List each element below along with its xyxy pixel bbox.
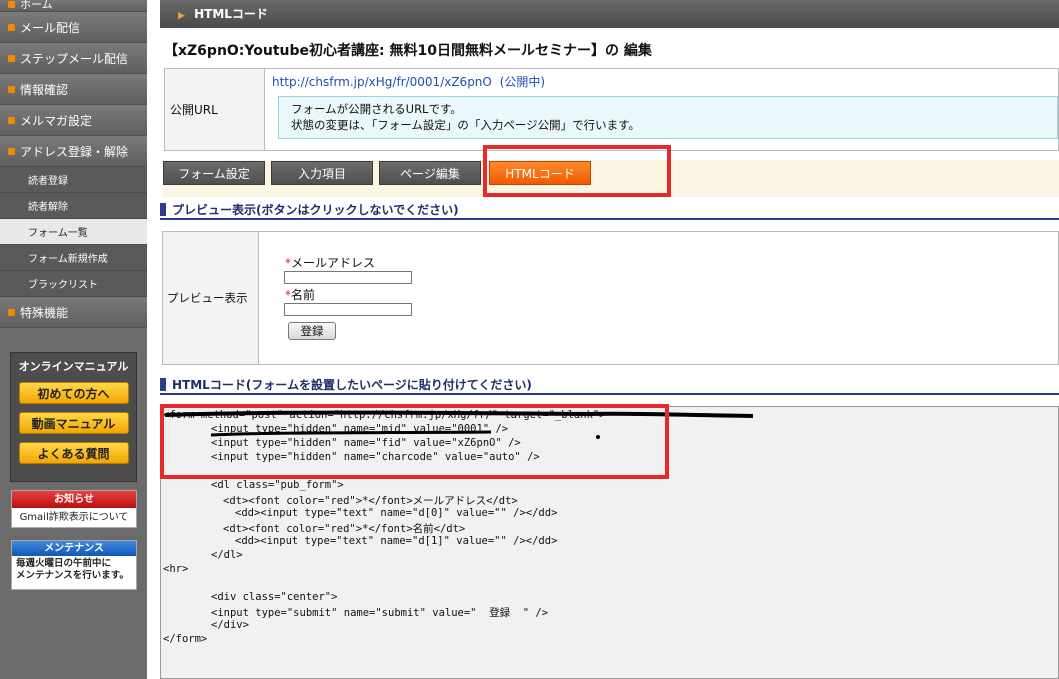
sidebar-sub-form-list[interactable]: フォーム一覧: [0, 219, 147, 245]
bullet-icon: [8, 116, 15, 124]
sidebar-item-label: 情報確認: [20, 82, 69, 97]
code-line: </dl>: [211, 549, 243, 561]
sidebar-item-label: メール配信: [20, 20, 81, 35]
tab-html-code[interactable]: HTMLコード: [489, 161, 591, 185]
page-title: 【xZ6pnO:Youtube初心者講座: 無料10日間無料メールセミナー】の …: [164, 43, 652, 59]
code-line: <input type="hidden" name="charcode" val…: [211, 451, 540, 463]
code-line: </form>: [163, 633, 208, 645]
maintenance-title: メンテナンス: [12, 541, 136, 556]
public-url-table: 公開URL http://chsfrm.jp/xHg/fr/0001/xZ6pn…: [164, 68, 1059, 151]
public-url-note: フォームが公開されるURLです。 状態の変更は、「フォーム設定」の「入力ページ公…: [278, 96, 1058, 139]
email-label-text: メールアドレス: [291, 256, 376, 270]
note-line: フォームが公開されるURLです。: [291, 102, 462, 116]
name-field[interactable]: [284, 303, 412, 316]
code-heading-text: HTMLコード(フォームを設置したいページに貼り付けてください): [172, 378, 532, 392]
header-title: HTMLコード: [194, 7, 268, 21]
code-line: <dd><input type="text" name="d[1]" value…: [235, 535, 558, 547]
header-bar: ▶ HTMLコード: [160, 0, 1059, 28]
maintenance-line: メンテナンスを行います。: [16, 570, 129, 581]
bullet-icon: [8, 23, 15, 31]
sidebar-item-label: アドレス登録・解除: [20, 144, 129, 159]
preview-heading-text: プレビュー表示(ボタンはクリックしないでください): [172, 203, 459, 217]
sidebar-item-address[interactable]: アドレス登録・解除: [0, 136, 147, 167]
code-line: </div>: [211, 619, 249, 631]
sidebar-sub-reader-register[interactable]: 読者登録: [0, 167, 147, 193]
sidebar: ホーム メール配信 ステップメール配信 情報確認 メルマガ設定 アドレス登録・解…: [0, 0, 147, 679]
sidebar-sub-blacklist[interactable]: ブラックリスト: [0, 271, 147, 297]
sidebar-item-step-mail[interactable]: ステップメール配信: [0, 43, 147, 74]
public-url-label: 公開URL: [165, 69, 265, 150]
sidebar-item-label: メルマガ設定: [20, 113, 93, 128]
maintenance-line: 毎週火曜日の午前中に: [16, 558, 112, 569]
online-manual-box: オンラインマニュアル 初めての方へ 動画マニュアル よくある質問: [10, 352, 137, 482]
notice-title: お知らせ: [12, 491, 136, 508]
bullet-icon: [8, 308, 15, 316]
code-line: <dl class="pub_form">: [211, 479, 344, 491]
name-label-text: 名前: [291, 288, 316, 302]
faq-button[interactable]: よくある質問: [18, 442, 129, 464]
preview-label: プレビュー表示: [163, 232, 259, 364]
redaction-scribble: [164, 410, 754, 439]
preview-section-heading: プレビュー表示(ボタンはクリックしないでください): [160, 201, 1059, 220]
section-marker: [160, 378, 166, 391]
tab-page-edit[interactable]: ページ編集: [379, 161, 481, 185]
maintenance-text: 毎週火曜日の午前中に メンテナンスを行います。: [12, 556, 136, 584]
sidebar-item-label: ステップメール配信: [20, 51, 129, 66]
beginners-button[interactable]: 初めての方へ: [18, 382, 129, 404]
preview-table: プレビュー表示 *メールアドレス *名前 登録: [162, 231, 1059, 365]
maintenance-box: メンテナンス 毎週火曜日の午前中に メンテナンスを行います。: [11, 540, 137, 590]
code-line: <input type="submit" name="submit" value…: [211, 607, 549, 619]
bullet-icon: [8, 54, 15, 62]
email-field-label: *メールアドレス: [285, 254, 375, 271]
code-line: <hr>: [163, 563, 189, 575]
online-manual-title: オンラインマニュアル: [18, 360, 129, 373]
sidebar-item-special[interactable]: 特殊機能: [0, 297, 147, 328]
sidebar-item-label: ホーム: [20, 0, 53, 11]
sidebar-item-home[interactable]: ホーム: [0, 0, 147, 12]
sidebar-sub-reader-remove[interactable]: 読者解除: [0, 193, 147, 219]
email-field[interactable]: [284, 271, 412, 284]
code-line: <div class="center">: [211, 591, 338, 603]
public-url-text[interactable]: http://chsfrm.jp/xHg/fr/0001/xZ6pnO: [272, 75, 492, 89]
sidebar-item-mail-delivery[interactable]: メール配信: [0, 12, 147, 43]
main-content: ▶ HTMLコード 【xZ6pnO:Youtube初心者講座: 無料10日間無料…: [160, 0, 1059, 679]
html-code-textarea[interactable]: <form method="post" action="http://chsfr…: [160, 406, 1059, 679]
tab-form-settings[interactable]: フォーム設定: [163, 161, 265, 185]
public-status: (公開中): [499, 75, 546, 89]
name-field-label: *名前: [285, 286, 315, 303]
public-url-link[interactable]: http://chsfrm.jp/xHg/fr/0001/xZ6pnO (公開中…: [272, 73, 545, 90]
bullet-icon: [8, 85, 15, 93]
code-line: <dt><font color="red">*</font>名前</dt>: [223, 523, 466, 535]
video-manual-button[interactable]: 動画マニュアル: [18, 412, 129, 434]
sidebar-item-label: 特殊機能: [20, 305, 69, 320]
bullet-icon: [8, 1, 15, 8]
register-button[interactable]: 登録: [288, 322, 336, 340]
tab-bar: フォーム設定 入力項目 ページ編集 HTMLコード: [163, 160, 1059, 197]
sidebar-item-mailmag-settings[interactable]: メルマガ設定: [0, 105, 147, 136]
code-line: <dd><input type="text" name="d[0]" value…: [235, 507, 558, 519]
note-line: 状態の変更は、「フォーム設定」の「入力ページ公開」で行います。: [291, 118, 641, 132]
tab-input-items[interactable]: 入力項目: [271, 161, 373, 185]
bullet-icon: [8, 147, 15, 155]
section-marker: [160, 203, 166, 216]
sidebar-item-info[interactable]: 情報確認: [0, 74, 147, 105]
notice-text: Gmail詐欺表示について: [19, 512, 129, 523]
code-line: <dt><font color="red">*</font>メールアドレス</d…: [223, 495, 518, 507]
notice-box[interactable]: お知らせ Gmail詐欺表示について: [11, 490, 137, 528]
caret-right-icon: ▶: [178, 11, 185, 21]
code-section-heading: HTMLコード(フォームを設置したいページに貼り付けてください): [160, 376, 1059, 395]
sidebar-sub-form-new[interactable]: フォーム新規作成: [0, 245, 147, 271]
